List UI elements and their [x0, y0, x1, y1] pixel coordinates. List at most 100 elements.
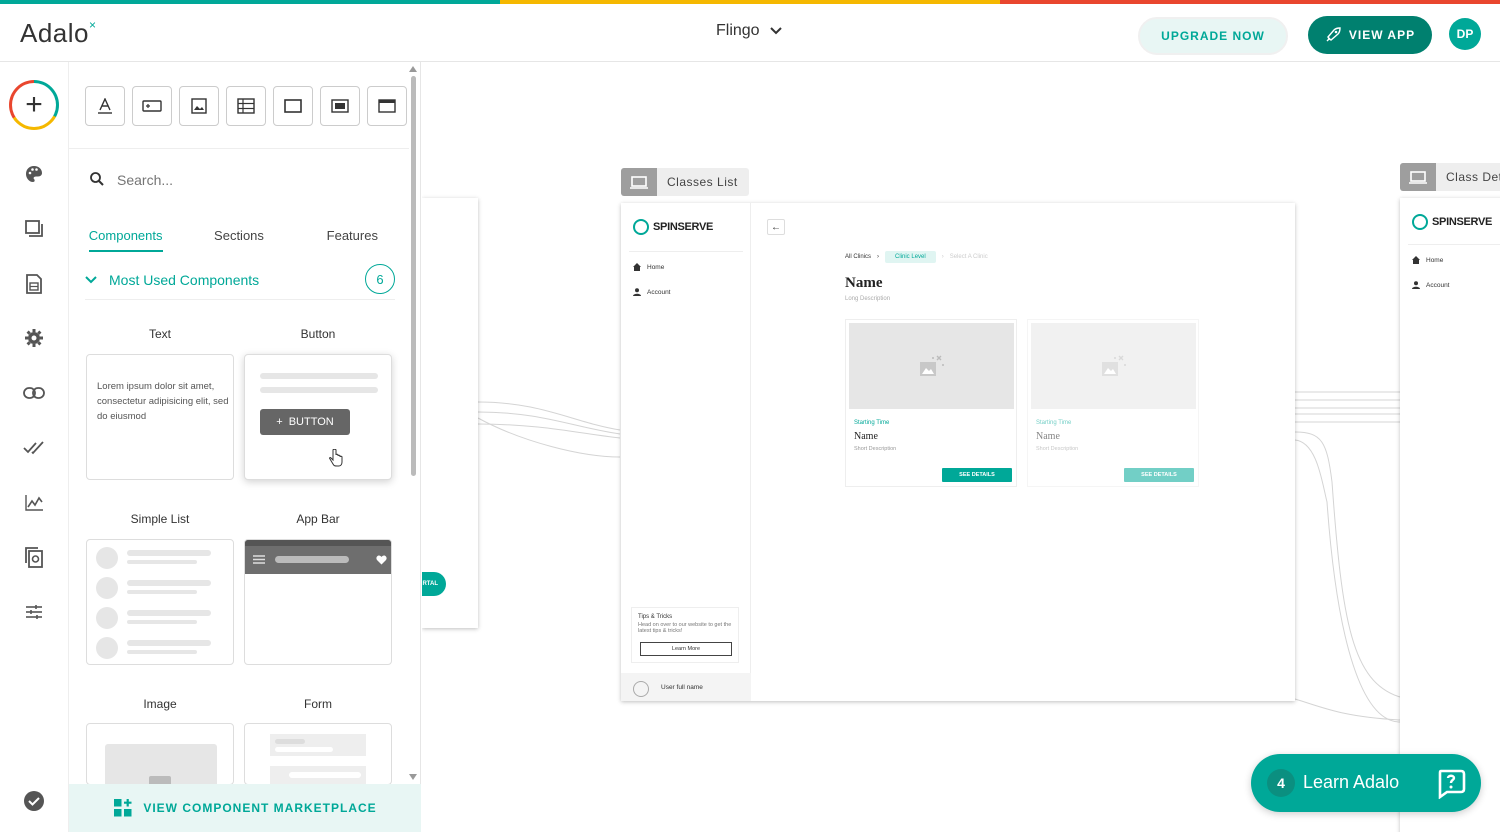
- panel-scrollbar[interactable]: [409, 66, 417, 780]
- database-icon[interactable]: [22, 272, 46, 296]
- rectangle-tool-icon[interactable]: [273, 86, 313, 126]
- screen-sidebar: SPINSERVE Home Account Tips & Tricks Hea…: [621, 203, 751, 701]
- app-switcher[interactable]: Flingo: [716, 22, 782, 40]
- learn-adalo-button[interactable]: 4 Learn Adalo: [1251, 754, 1481, 812]
- appbar-preview: [245, 540, 391, 574]
- quick-tools: [85, 86, 407, 126]
- menu-icon: [253, 555, 265, 564]
- component-search: [69, 148, 409, 210]
- class-card[interactable]: Starting Time Name Short Description SEE…: [1027, 319, 1199, 487]
- help-chat-icon: [1438, 769, 1466, 799]
- sliders-icon[interactable]: [22, 600, 46, 624]
- pointer-cursor-icon: [329, 449, 343, 467]
- demo-button: + BUTTON: [260, 409, 350, 435]
- palette-icon[interactable]: [22, 162, 46, 186]
- image-tool-icon[interactable]: [179, 86, 219, 126]
- view-marketplace-button[interactable]: VIEW COMPONENT MARKETPLACE: [69, 784, 421, 832]
- desktop-icon: [621, 168, 657, 196]
- screen-class-details[interactable]: SPINSERVE Home Account: [1400, 198, 1500, 832]
- scroll-thumb[interactable]: [411, 76, 416, 476]
- desktop-icon: [1400, 163, 1436, 191]
- nav-home[interactable]: Home: [1412, 256, 1443, 264]
- breadcrumb: All Clinics › Clinic Level › Select A Clin…: [845, 251, 988, 263]
- learn-more-button[interactable]: Learn More: [640, 642, 732, 656]
- app-name: Flingo: [716, 22, 760, 39]
- screen-label-class-details[interactable]: Class Det: [1400, 163, 1500, 191]
- user-avatar-icon: [633, 681, 649, 697]
- home-icon: [1412, 256, 1420, 264]
- screen-label-text: Classes List: [667, 175, 738, 189]
- adalo-logo[interactable]: Adalo×: [20, 18, 97, 49]
- tab-components[interactable]: Components: [69, 222, 182, 252]
- section-title: Most Used Components: [109, 271, 260, 288]
- view-app-label: VIEW APP: [1348, 28, 1416, 42]
- class-card[interactable]: Starting Time Name Short Description SEE…: [845, 319, 1017, 487]
- see-details-button[interactable]: SEE DETAILS: [1124, 468, 1194, 482]
- component-label-image: Image: [143, 697, 177, 711]
- partial-button: RTAL: [422, 572, 446, 596]
- upgrade-now-button[interactable]: UPGRADE NOW: [1138, 17, 1288, 55]
- heart-icon: [376, 555, 387, 565]
- chevron-down-icon: [769, 27, 782, 35]
- nav-home[interactable]: Home: [633, 263, 664, 271]
- component-label-simple-list: Simple List: [130, 512, 190, 526]
- panel-tabs: Components Sections Features: [69, 222, 409, 252]
- tab-sections[interactable]: Sections: [182, 222, 295, 252]
- image-placeholder-icon: [1031, 323, 1196, 409]
- component-label-form: Form: [304, 697, 332, 711]
- component-card-app-bar[interactable]: [244, 539, 392, 665]
- add-icon: +: [12, 83, 56, 127]
- component-label-button: Button: [300, 327, 336, 341]
- page-description: Long Description: [845, 296, 891, 302]
- screen-classes-list[interactable]: SPINSERVE Home Account Tips & Tricks Hea…: [621, 203, 1295, 701]
- list-tool-icon[interactable]: [226, 86, 266, 126]
- component-card-simple-list[interactable]: [86, 539, 234, 665]
- tab-features[interactable]: Features: [296, 222, 409, 252]
- top-header: Adalo× Flingo UPGRADE NOW VIEW APP DP: [0, 4, 1500, 62]
- component-card-button[interactable]: + BUTTON: [244, 354, 392, 480]
- previous-screen-partial[interactable]: RTAL: [422, 198, 478, 628]
- learn-count-badge: 4: [1267, 769, 1295, 797]
- verified-icon[interactable]: [22, 789, 46, 813]
- form-tool-icon[interactable]: [320, 86, 360, 126]
- scroll-down-icon[interactable]: [409, 774, 417, 780]
- back-arrow-icon[interactable]: ←: [767, 219, 785, 235]
- page-title: Name: [845, 275, 883, 291]
- component-card-image[interactable]: [86, 723, 234, 785]
- see-details-button[interactable]: SEE DETAILS: [942, 468, 1012, 482]
- appbar-tool-icon[interactable]: [367, 86, 407, 126]
- nav-account[interactable]: Account: [633, 288, 671, 296]
- view-app-button[interactable]: VIEW APP: [1308, 16, 1432, 54]
- placeholder-line: [260, 387, 378, 393]
- text-preview: Lorem ipsum dolor sit amet, consectetur …: [97, 381, 229, 422]
- user-avatar[interactable]: DP: [1449, 18, 1481, 50]
- nav-account[interactable]: Account: [1412, 281, 1450, 289]
- component-card-form[interactable]: [244, 723, 392, 785]
- section-count-badge: 6: [365, 264, 395, 294]
- screen-label-classes-list[interactable]: Classes List: [621, 168, 749, 196]
- user-row[interactable]: User full name: [621, 673, 751, 701]
- learn-adalo-label: Learn Adalo: [1303, 772, 1400, 792]
- marketplace-grid-icon: [114, 799, 132, 817]
- publish-icon[interactable]: [22, 545, 46, 569]
- search-input[interactable]: [117, 169, 377, 191]
- marketplace-label: VIEW COMPONENT MARKETPLACE: [143, 801, 377, 815]
- analytics-icon[interactable]: [22, 491, 46, 515]
- rocket-icon: [1326, 27, 1341, 42]
- account-icon: [633, 288, 641, 296]
- component-card-text[interactable]: Lorem ipsum dolor sit amet, consectetur …: [86, 354, 234, 480]
- placeholder-line: [260, 373, 378, 379]
- screens-icon[interactable]: [22, 217, 46, 241]
- link-icon[interactable]: [22, 381, 46, 405]
- scroll-up-icon[interactable]: [409, 66, 417, 72]
- spinserve-logo: SPINSERVE: [1412, 214, 1492, 230]
- text-tool-icon[interactable]: [85, 86, 125, 126]
- double-check-icon[interactable]: [22, 436, 46, 460]
- add-component-button[interactable]: +: [9, 80, 59, 130]
- image-placeholder-icon: [849, 323, 1014, 409]
- most-used-section-header[interactable]: Most Used Components 6: [85, 260, 395, 300]
- builder-canvas[interactable]: RTAL Classes List SPINSERVE Home Account…: [422, 62, 1500, 832]
- chevron-down-icon: [85, 275, 97, 283]
- gear-icon[interactable]: [22, 326, 46, 350]
- button-tool-icon[interactable]: [132, 86, 172, 126]
